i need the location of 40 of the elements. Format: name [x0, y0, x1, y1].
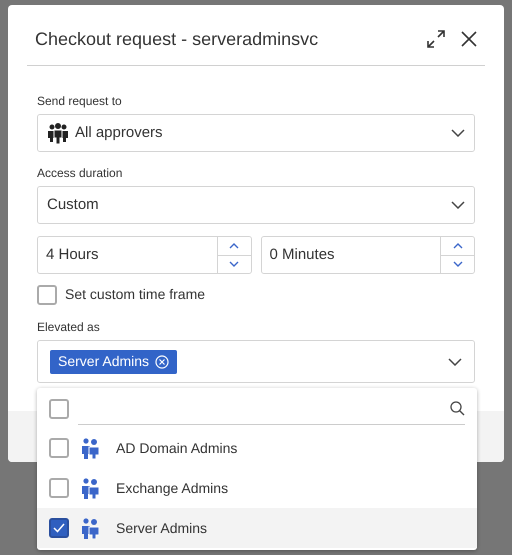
hours-stepper[interactable]: 4 Hours — [37, 236, 252, 274]
checkbox[interactable] — [49, 518, 69, 538]
dropdown-option[interactable]: Server Admins — [37, 508, 477, 548]
minutes-stepper[interactable]: 0 Minutes — [260, 236, 475, 274]
groups-multiselect[interactable]: Server Admins — [37, 340, 475, 383]
dropdown-option[interactable]: AD Domain Admins — [37, 428, 477, 468]
group-icon — [81, 518, 99, 538]
chevron-down-icon — [448, 358, 462, 366]
duration-select[interactable]: Custom — [37, 186, 475, 224]
chevron-down-icon — [451, 129, 465, 137]
checkbox-label: Set custom time frame — [65, 285, 206, 304]
expand-icon[interactable] — [427, 30, 445, 48]
chevron-down-icon — [451, 201, 465, 209]
checkmark-icon — [53, 523, 65, 533]
chevron-up-icon — [229, 242, 239, 249]
select-value: Custom — [47, 194, 100, 215]
chevron-up-icon — [452, 242, 462, 249]
remove-icon[interactable] — [155, 354, 170, 368]
field-label: Elevated as — [37, 319, 101, 336]
field-label: Access duration — [37, 165, 124, 182]
checkbox[interactable] — [49, 399, 69, 419]
group-icon — [81, 438, 99, 458]
checkbox[interactable] — [37, 284, 57, 304]
people-icon — [47, 122, 69, 144]
dialog-title: Checkout request - serveradminsvc — [35, 28, 318, 51]
select-value: All approvers — [75, 122, 164, 143]
chevron-down-icon — [229, 261, 239, 268]
option-label: AD Domain Admins — [116, 438, 238, 458]
chevron-down-icon — [452, 261, 462, 268]
close-icon[interactable] — [461, 31, 477, 47]
dropdown-option[interactable]: Exchange Admins — [37, 468, 477, 508]
group-icon — [81, 478, 99, 498]
field-label: Send request to — [37, 93, 123, 110]
option-label: Exchange Admins — [116, 478, 228, 498]
search-icon — [450, 401, 465, 416]
checkbox[interactable] — [49, 438, 69, 458]
approvers-select[interactable]: All approvers — [37, 114, 475, 152]
selected-tag: Server Admins — [50, 350, 178, 374]
checkbox[interactable] — [49, 478, 69, 498]
option-label: Server Admins — [116, 518, 208, 538]
